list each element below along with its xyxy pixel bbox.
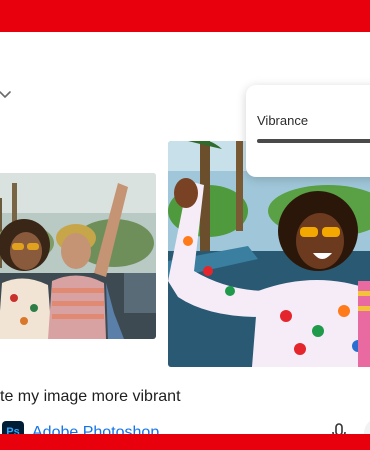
microphone-icon[interactable] — [328, 422, 350, 434]
app-name-link[interactable]: Adobe Photoshop — [32, 424, 159, 434]
prompt-text: te my image more vibrant — [0, 388, 181, 405]
bottom-red-band — [0, 434, 370, 450]
original-photo[interactable] — [0, 173, 156, 339]
chat-card: Vibrance te my image more vibrant Ps Ado… — [0, 32, 370, 434]
top-red-band — [0, 0, 370, 32]
photoshop-logo: Ps — [2, 421, 24, 434]
vibrance-slider[interactable] — [257, 139, 370, 143]
chevron-down-icon[interactable] — [0, 88, 12, 102]
vibrance-popover: Vibrance — [246, 85, 370, 177]
send-button[interactable] — [364, 418, 370, 434]
vibrance-label: Vibrance — [257, 113, 309, 128]
